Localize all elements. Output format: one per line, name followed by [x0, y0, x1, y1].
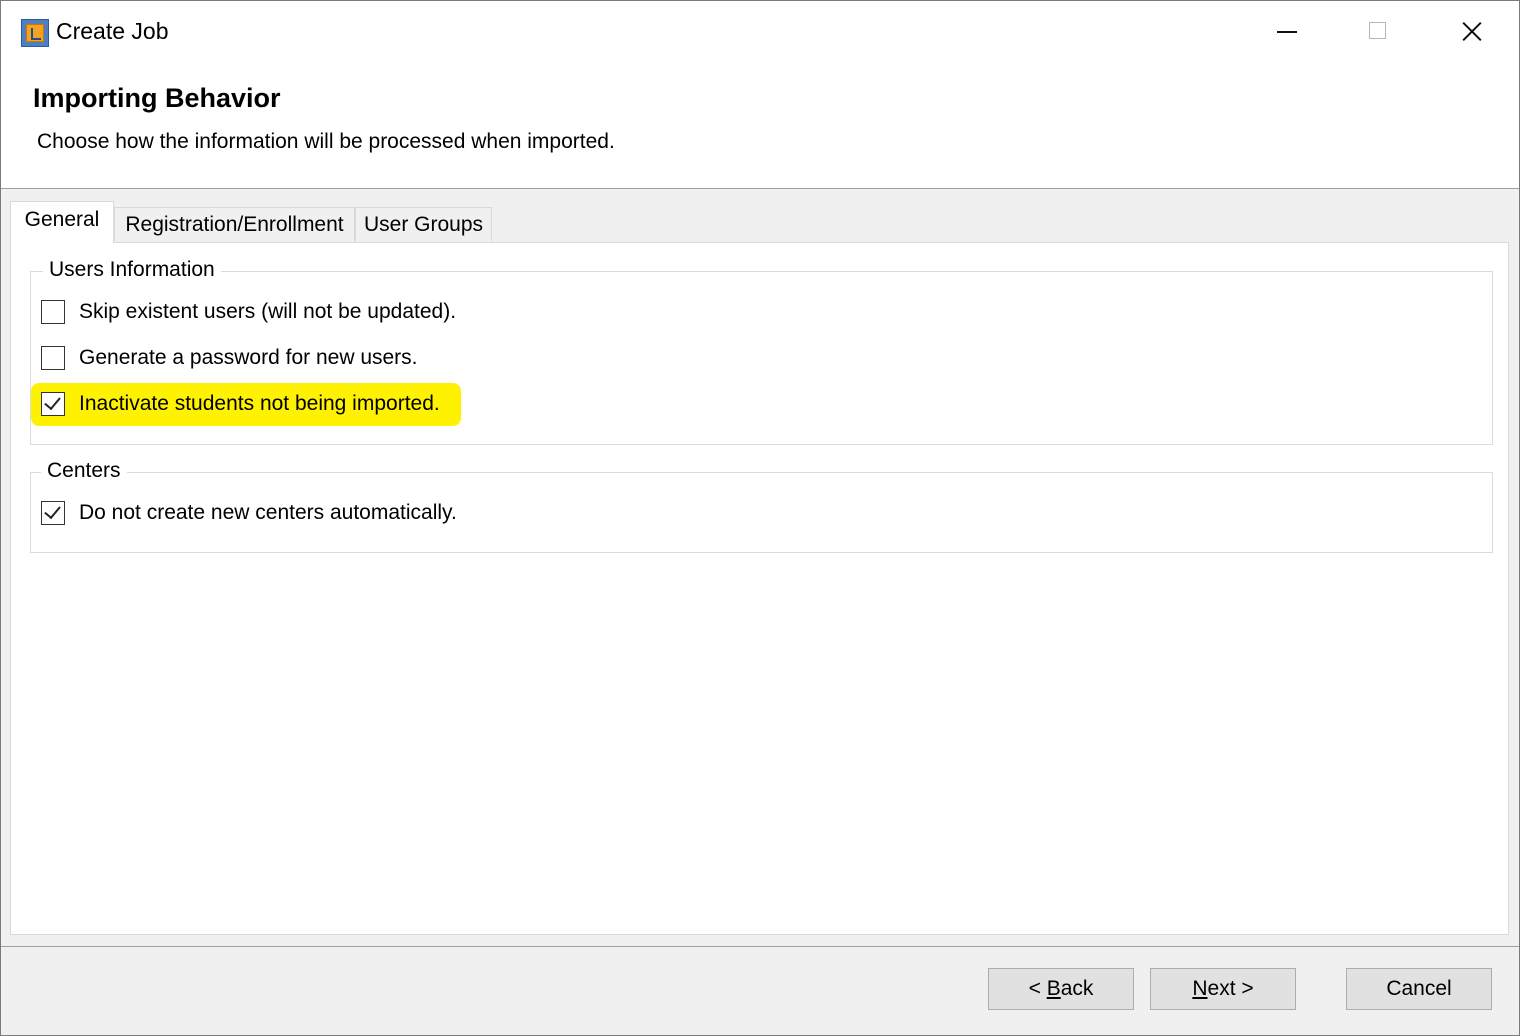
back-button-prefix: <	[1028, 977, 1047, 1000]
wizard-header: Importing Behavior Choose how the inform…	[1, 63, 1519, 189]
wizard-footer: < Back Next > Cancel	[1, 946, 1519, 1035]
title-bar: Create Job	[1, 1, 1519, 63]
close-button[interactable]	[1449, 15, 1495, 49]
generate-password-option[interactable]: Generate a password for new users.	[41, 343, 418, 373]
no-new-centers-label[interactable]: Do not create new centers automatically.	[79, 501, 457, 525]
generate-password-label[interactable]: Generate a password for new users.	[79, 346, 418, 370]
back-button[interactable]: < Back	[988, 968, 1134, 1010]
generate-password-checkbox[interactable]	[41, 346, 65, 370]
tab-general[interactable]: General	[10, 201, 114, 243]
skip-existent-users-label[interactable]: Skip existent users (will not be updated…	[79, 300, 456, 324]
tab-registration-enrollment[interactable]: Registration/Enrollment	[114, 207, 355, 241]
window-title: Create Job	[56, 18, 169, 44]
page-subtitle: Choose how the information will be proce…	[37, 130, 615, 153]
maximize-button[interactable]	[1355, 15, 1401, 49]
next-button[interactable]: Next >	[1150, 968, 1296, 1010]
create-job-window: Create Job Importing Behavior Choose how…	[0, 0, 1520, 1036]
skip-existent-users-checkbox[interactable]	[41, 300, 65, 324]
tab-user-groups[interactable]: User Groups	[355, 207, 492, 241]
minimize-button[interactable]	[1265, 15, 1311, 49]
centers-group: Centers Do not create new centers automa…	[30, 457, 1493, 553]
skip-existent-users-option[interactable]: Skip existent users (will not be updated…	[41, 297, 456, 327]
back-button-mnemonic: B	[1046, 977, 1061, 1000]
users-information-legend: Users Information	[43, 256, 221, 284]
no-new-centers-checkbox[interactable]	[41, 501, 65, 525]
cancel-button[interactable]: Cancel	[1346, 968, 1492, 1010]
general-tab-page: Users Information Skip existent users (w…	[10, 242, 1509, 935]
users-information-group: Users Information Skip existent users (w…	[30, 256, 1493, 445]
app-icon	[21, 19, 49, 47]
inactivate-students-option[interactable]: Inactivate students not being imported.	[31, 383, 461, 426]
page-title: Importing Behavior	[33, 83, 281, 113]
inactivate-students-label[interactable]: Inactivate students not being imported.	[79, 392, 440, 416]
no-new-centers-option[interactable]: Do not create new centers automatically.	[41, 498, 457, 528]
inactivate-students-checkbox[interactable]	[41, 392, 65, 416]
next-button-mnemonic: N	[1192, 977, 1208, 1000]
next-button-label-rest: ext >	[1207, 977, 1254, 1000]
back-button-label-rest: ack	[1060, 977, 1094, 1000]
centers-legend: Centers	[41, 457, 127, 485]
